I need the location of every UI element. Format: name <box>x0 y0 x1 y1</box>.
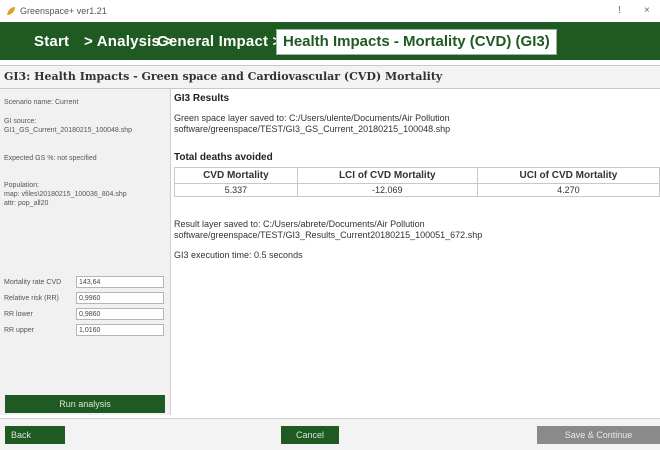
param-label-rr-upper: RR upper <box>4 327 34 334</box>
close-icon[interactable]: × <box>644 5 650 16</box>
page-title: GI3: Health Impacts - Green space and Ca… <box>4 70 443 83</box>
col-lci: LCI of CVD Mortality <box>296 167 478 184</box>
cell-uci: 4.270 <box>476 183 660 197</box>
back-button[interactable]: Back <box>5 426 65 444</box>
col-uci: UCI of CVD Mortality <box>476 167 660 184</box>
run-analysis-button[interactable]: Run analysis <box>5 395 165 413</box>
param-label-rr-lower: RR lower <box>4 311 33 318</box>
app-leaf-icon <box>7 7 15 15</box>
table-row: 5.337 -12.069 4.270 <box>174 183 660 197</box>
cell-cvd-mortality: 5.337 <box>174 183 298 197</box>
gs-saved-line1: Green space layer saved to: C:/Users/ule… <box>174 113 450 123</box>
population-map: map: vfiles\20180215_100036_804.shp <box>4 191 127 198</box>
settings-panel: Scenario name: Current GI source: GI1_GS… <box>0 89 171 415</box>
nav-start[interactable]: Start <box>34 33 69 50</box>
nav-active-step: Health Impacts - Mortality (CVD) (GI3) <box>276 29 557 55</box>
window-title: Greenspace+ ver1.21 <box>20 6 107 16</box>
population-attr: attr: pop_all20 <box>4 200 49 207</box>
cell-lci: -12.069 <box>296 183 478 197</box>
gi-source-value: GI1_GS_Current_20180215_100048.shp <box>4 127 133 134</box>
nav-general-impact[interactable]: General Impact > <box>157 33 282 50</box>
footer-bar: Back Cancel Save & Continue <box>0 418 660 450</box>
window-titlebar: Greenspace+ ver1.21 ! × <box>0 0 660 22</box>
table-header-row: CVD Mortality LCI of CVD Mortality UCI o… <box>174 167 660 184</box>
result-saved-line1: Result layer saved to: C:/Users/abrete/D… <box>174 219 425 229</box>
param-label-rr: Relative risk (RR) <box>4 295 59 302</box>
param-label-mortality: Mortality rate CVD <box>4 279 62 286</box>
mortality-rate-input[interactable]: 143,64 <box>76 276 164 288</box>
rr-upper-input[interactable]: 1,0160 <box>76 324 164 336</box>
col-cvd-mortality: CVD Mortality <box>174 167 298 184</box>
results-table: CVD Mortality LCI of CVD Mortality UCI o… <box>174 167 660 197</box>
gi-source-label: GI source: <box>4 118 37 125</box>
population-label: Population: <box>4 182 40 189</box>
gs-saved-line2: software/greenspace/TEST/GI3_GS_Current_… <box>174 124 451 134</box>
scenario-name: Scenario name: Current <box>4 99 79 106</box>
results-title: GI3 Results <box>174 93 230 104</box>
save-continue-button[interactable]: Save & Continue <box>537 426 660 444</box>
deaths-title: Total deaths avoided <box>174 152 273 163</box>
menu-icon[interactable]: ! <box>618 5 621 16</box>
rr-lower-input[interactable]: 0,9860 <box>76 308 164 320</box>
breadcrumb-nav: Start > Analysis > General Impact > Heal… <box>0 22 660 60</box>
execution-time: GI3 execution time: 0.5 seconds <box>174 250 303 260</box>
result-saved-line2: software/greenspace/TEST/GI3_Results_Cur… <box>174 230 483 240</box>
expected-gs: Expected GS %: not specified <box>4 155 97 162</box>
relative-risk-input[interactable]: 0,9960 <box>76 292 164 304</box>
cancel-button[interactable]: Cancel <box>281 426 339 444</box>
page-header: GI3: Health Impacts - Green space and Ca… <box>0 65 660 89</box>
